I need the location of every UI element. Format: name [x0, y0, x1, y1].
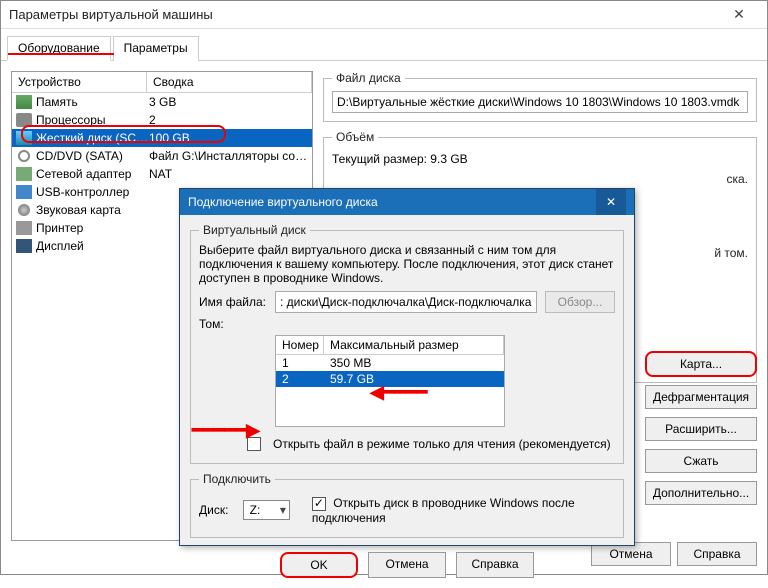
usb-icon	[16, 185, 32, 199]
network-icon	[16, 167, 32, 181]
device-row-cddvd[interactable]: CD/DVD (SATA)Файл G:\Инсталляторы соф...	[12, 147, 312, 165]
disk-file-input[interactable]	[332, 91, 748, 113]
volume-thead: Номер Максимальный размер	[276, 336, 504, 355]
vd-legend: Виртуальный диск	[199, 223, 310, 237]
dialog-cancel-button[interactable]: Отмена	[368, 552, 446, 578]
device-row-cpu[interactable]: Процессоры2	[12, 111, 312, 129]
mount-group: Подключить Диск: Z: Открыть диск в прово…	[190, 472, 624, 538]
col-maxsize: Максимальный размер	[324, 336, 504, 354]
readonly-row[interactable]: Открыть файл в режиме только для чтения …	[247, 437, 615, 451]
map-button[interactable]: Карта...	[645, 351, 757, 377]
memory-icon	[16, 95, 32, 109]
advanced-button[interactable]: Дополнительно...	[645, 481, 757, 505]
device-row-network[interactable]: Сетевой адаптерNAT	[12, 165, 312, 183]
display-icon	[16, 239, 32, 253]
dialog-titlebar: Подключение виртуального диска ✕	[180, 189, 634, 215]
dialog-help-button[interactable]: Справка	[456, 552, 534, 578]
col-summary: Сводка	[147, 72, 312, 92]
open-explorer-label: Открыть диск в проводнике Windows после …	[312, 496, 575, 525]
device-row-harddisk[interactable]: Жесткий диск (SCSI)100 GB	[12, 129, 312, 147]
dialog-close-icon[interactable]: ✕	[596, 189, 626, 215]
current-size: Текущий размер: 9.3 GB	[332, 150, 748, 172]
harddisk-icon	[16, 131, 32, 145]
tabs: Оборудование Параметры	[1, 29, 767, 61]
volume-row-1[interactable]: 1 350 MB	[276, 355, 504, 371]
expand-button[interactable]: Расширить...	[645, 417, 757, 441]
annotation-arrow-volume: ◀━━━━	[370, 382, 427, 403]
printer-icon	[16, 221, 32, 235]
main-titlebar: Параметры виртуальной машины ✕	[1, 1, 767, 29]
defrag-button[interactable]: Дефрагментация	[645, 385, 757, 409]
main-help-button[interactable]: Справка	[677, 542, 757, 566]
close-icon[interactable]: ✕	[719, 6, 759, 23]
drive-select[interactable]: Z:	[243, 500, 290, 520]
device-header: Устройство Сводка	[12, 72, 312, 93]
file-row: Имя файла: Обзор...	[199, 291, 615, 313]
drive-label: Диск:	[199, 503, 235, 517]
open-explorer-row[interactable]: Открыть диск в проводнике Windows после …	[312, 496, 615, 525]
vd-description: Выберите файл виртуального диска и связа…	[199, 243, 615, 285]
volume-label: Том:	[199, 317, 267, 331]
col-device: Устройство	[12, 72, 147, 92]
device-row-memory[interactable]: Память3 GB	[12, 93, 312, 111]
open-explorer-checkbox[interactable]	[312, 497, 326, 511]
readonly-label: Открыть файл в режиме только для чтения …	[273, 437, 611, 451]
browse-button[interactable]: Обзор...	[545, 291, 615, 313]
cd-icon	[16, 149, 32, 163]
volume-legend: Объём	[332, 130, 378, 144]
window-title: Параметры виртуальной машины	[9, 7, 719, 22]
tab-hardware[interactable]: Оборудование	[7, 36, 111, 61]
drive-row: Диск: Z: Открыть диск в проводнике Windo…	[199, 496, 615, 525]
volume-table: Номер Максимальный размер 1 350 MB 2 59.…	[275, 335, 505, 427]
disk-file-legend: Файл диска	[332, 71, 405, 85]
disk-file-group: Файл диска	[323, 71, 757, 122]
compact-button[interactable]: Сжать	[645, 449, 757, 473]
text-fragment-ska: ска.	[332, 172, 748, 186]
col-number: Номер	[276, 336, 324, 354]
mount-legend: Подключить	[199, 472, 275, 486]
ok-button[interactable]: OK	[280, 552, 358, 578]
cpu-icon	[16, 113, 32, 127]
file-label: Имя файла:	[199, 295, 267, 309]
annotation-arrow-readonly: ━━━━━▶	[192, 420, 260, 441]
sound-icon	[16, 203, 32, 217]
annotation-underline	[8, 53, 114, 55]
map-disk-dialog: Подключение виртуального диска ✕ Виртуал…	[179, 188, 635, 546]
vhd-file-input[interactable]	[275, 291, 537, 313]
tab-options[interactable]: Параметры	[113, 36, 199, 61]
right-buttons: Карта... Дефрагментация Расширить... Сжа…	[645, 351, 757, 505]
volume-row: Том:	[199, 317, 615, 331]
dialog-title: Подключение виртуального диска	[188, 195, 596, 209]
